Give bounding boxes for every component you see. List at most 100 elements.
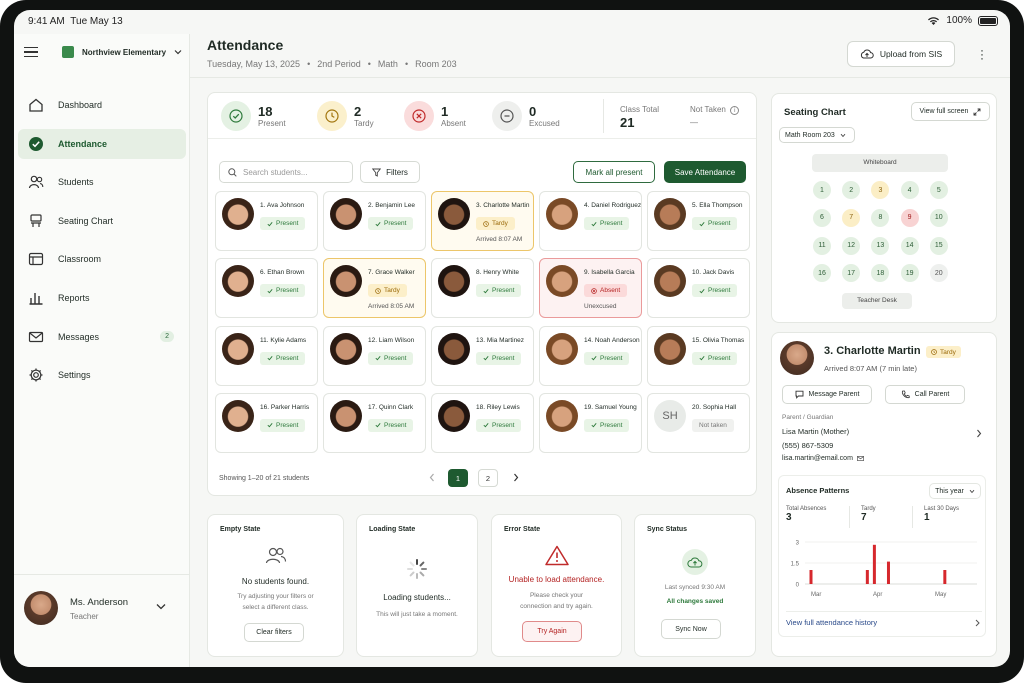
status-badge[interactable]: Present (476, 351, 522, 365)
school-switcher[interactable]: Northview Elementary (24, 46, 182, 58)
student-card[interactable]: 9. Isabella Garcia Absent Unexcused (539, 258, 642, 319)
status-badge[interactable]: Present (692, 217, 738, 230)
seat[interactable]: 13 (871, 236, 890, 255)
status-badge[interactable]: Tardy (476, 217, 515, 230)
student-card[interactable]: 6. Ethan Brown Present (215, 258, 318, 319)
seat[interactable]: 2 (842, 181, 861, 199)
student-card[interactable]: 15. Olivia Thomas Present (647, 325, 750, 386)
student-card[interactable]: 1. Ava Johnson Present (215, 191, 318, 251)
status-badge[interactable]: Not taken (692, 418, 734, 432)
student-card[interactable]: 11. Kylie Adams Present (215, 325, 318, 386)
status-badge[interactable]: Present (584, 418, 630, 432)
student-card[interactable]: 5. Ella Thompson Present (647, 191, 750, 251)
student-card[interactable]: 16. Parker Harris Present (215, 392, 318, 453)
status-badge[interactable]: Present (260, 284, 306, 298)
student-card[interactable]: 18. Riley Lewis Present (431, 392, 534, 453)
status-badge[interactable]: Present (584, 351, 630, 365)
seat[interactable]: 10 (929, 208, 948, 227)
page-1-button[interactable]: 1 (448, 469, 468, 487)
upload-sis-button[interactable]: Upload from SIS (847, 41, 955, 67)
student-card[interactable]: 19. Samuel Young Present (539, 392, 642, 453)
seat[interactable]: 17 (842, 264, 861, 283)
seat[interactable]: 4 (900, 181, 919, 199)
mark-all-present-button[interactable]: Mark all present (573, 161, 655, 183)
status-badge[interactable]: Present (692, 284, 738, 298)
chevron-right-icon[interactable] (976, 429, 982, 438)
sidebar-item-reports[interactable]: Reports (18, 283, 186, 313)
error-state-text: Please check your connection and try aga… (520, 592, 593, 610)
status-badge[interactable]: Present (692, 351, 738, 365)
user-profile[interactable]: Ms. Anderson Teacher (14, 574, 190, 667)
more-options-icon[interactable]: · · · (980, 44, 984, 64)
sidebar-item-classroom[interactable]: Classroom (18, 244, 186, 274)
filters-button[interactable]: Filters (360, 161, 420, 183)
room-select[interactable]: Math Room 203 (779, 127, 855, 143)
student-card[interactable]: 17. Quinn Clark Present (323, 392, 426, 453)
search-input[interactable]: Search students... (219, 161, 353, 183)
sidebar-item-students[interactable]: Students (18, 167, 186, 197)
student-card[interactable]: SH 20. Sophia Hall Not taken (647, 392, 750, 453)
status-badge[interactable]: Present (368, 217, 414, 230)
sidebar-item-settings[interactable]: Settings (18, 360, 186, 390)
student-card[interactable]: 13. Mia Martinez Present (431, 325, 534, 386)
student-card[interactable]: 14. Noah Anderson Present (539, 325, 642, 386)
seat[interactable]: 15 (929, 236, 948, 255)
range-select[interactable]: This year (929, 483, 981, 499)
save-attendance-button[interactable]: Save Attendance (664, 161, 746, 183)
status-label: Present (384, 220, 407, 227)
student-card[interactable]: 3. Charlotte Martin Tardy Arrived 8:07 AM (431, 191, 534, 251)
status-badge[interactable]: Present (476, 284, 522, 298)
status-badge[interactable]: Present (368, 351, 414, 365)
seat[interactable]: 9 (900, 208, 919, 227)
seat[interactable]: 14 (900, 236, 919, 255)
student-name: 16. Parker Harris (260, 403, 310, 411)
sidebar-item-messages[interactable]: Messages 2 (18, 322, 186, 352)
seat[interactable]: 1 (813, 181, 831, 199)
status-badge[interactable]: Present (584, 217, 630, 230)
view-full-screen-button[interactable]: View full screen (911, 102, 990, 121)
seat[interactable]: 19 (900, 264, 919, 283)
status-badge[interactable]: Present (260, 351, 306, 365)
cloud-upload-icon (682, 549, 708, 575)
seat[interactable]: 16 (813, 264, 831, 283)
student-card[interactable]: 7. Grace Walker Tardy Arrived 8:05 AM (323, 258, 426, 319)
sync-now-button[interactable]: Sync Now (661, 619, 721, 639)
seat[interactable]: 18 (871, 264, 890, 283)
student-card[interactable]: 10. Jack Davis Present (647, 258, 750, 319)
guardian-email[interactable]: lisa.martin@email.com (782, 455, 864, 462)
seat[interactable]: 12 (842, 236, 861, 255)
student-card[interactable]: 8. Henry White Present (431, 258, 534, 319)
seat[interactable]: 6 (813, 208, 831, 227)
status-badge[interactable]: Present (260, 418, 306, 432)
status-badge[interactable]: Present (260, 217, 306, 230)
call-parent-button[interactable]: Call Parent (885, 385, 965, 404)
student-card[interactable]: 2. Benjamin Lee Present (323, 191, 426, 251)
student-card[interactable]: 12. Liam Wilson Present (323, 325, 426, 386)
chevron-left-icon[interactable] (429, 473, 435, 482)
clear-filters-button[interactable]: Clear filters (244, 623, 304, 642)
seat[interactable]: 7 (842, 208, 861, 227)
seat[interactable]: 3 (871, 181, 890, 199)
chevron-right-icon[interactable] (513, 473, 519, 482)
seat[interactable]: 11 (813, 236, 831, 255)
info-icon[interactable]: i (730, 106, 740, 115)
view-history-link[interactable]: View full attendance history (786, 611, 982, 627)
try-again-button[interactable]: Try Again (522, 621, 582, 642)
seat[interactable]: 20 (929, 264, 948, 283)
menu-icon[interactable] (24, 47, 38, 57)
seat[interactable]: 8 (871, 208, 890, 227)
seat[interactable]: 5 (929, 181, 948, 199)
status-badge[interactable]: Present (476, 418, 522, 432)
status-badge[interactable]: Absent (584, 284, 628, 298)
sidebar-item-dashboard[interactable]: Dashboard (18, 90, 186, 120)
chevron-down-icon[interactable] (156, 603, 166, 610)
status-badge[interactable]: Tardy (368, 284, 407, 298)
page-2-button[interactable]: 2 (478, 469, 498, 487)
sidebar-item-attendance[interactable]: Attendance (18, 128, 186, 159)
student-note: Unexcused (584, 303, 617, 311)
message-parent-button[interactable]: Message Parent (782, 385, 872, 404)
student-card[interactable]: 4. Daniel Rodriguez Present (539, 191, 642, 251)
filters-label: Filters (386, 167, 408, 177)
status-badge[interactable]: Present (368, 418, 414, 432)
sidebar-item-seating-chart[interactable]: Seating Chart (18, 206, 186, 236)
